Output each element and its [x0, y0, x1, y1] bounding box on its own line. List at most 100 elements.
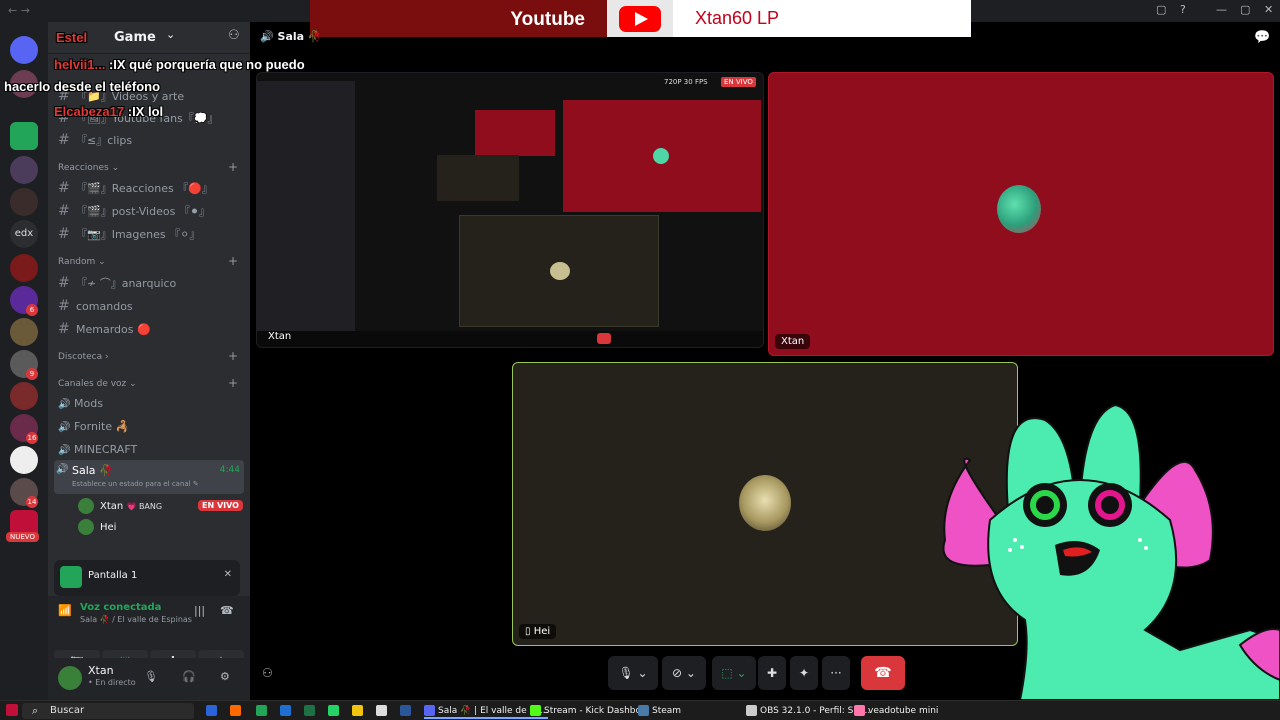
hash-icon: #	[58, 321, 70, 337]
voice-status[interactable]: Voz conectada	[80, 602, 161, 613]
channel-item[interactable]: # Memardos 🔴	[58, 321, 151, 337]
server-icon[interactable]	[10, 156, 38, 184]
help-icon[interactable]: ?	[1180, 3, 1186, 16]
camera-toggle-button[interactable]: ⊘ ⌄	[662, 656, 706, 690]
hash-icon: #	[58, 203, 70, 219]
speaker-icon: 🔊	[58, 445, 71, 456]
channel-status-input[interactable]: Establece un estado para el canal ✎	[72, 480, 199, 488]
server-icon[interactable]	[10, 254, 38, 282]
speaker-icon: 🔊	[260, 30, 278, 43]
voice-user-hei[interactable]: Hei	[78, 519, 116, 535]
nested-xtan-tile	[563, 100, 761, 212]
chat-bubble-icon[interactable]: 💬	[1254, 30, 1270, 45]
voice-channel-item[interactable]: 🔊 Fornite 🦂	[58, 420, 129, 433]
channel-item[interactable]: # 『📷』Imagenes 『⚪』	[58, 226, 200, 242]
voice-user-xtan[interactable]: Xtan 💗 BANG	[78, 498, 162, 514]
mic-icon[interactable]: 🎙	[144, 670, 158, 683]
server-icon-kick[interactable]	[10, 122, 38, 150]
calendar-icon[interactable]	[376, 705, 387, 716]
browser-icon[interactable]	[230, 705, 241, 716]
category-voz[interactable]: Canales de voz ⌄	[58, 379, 137, 389]
settings-gear-icon[interactable]: ⚙	[220, 670, 230, 683]
chat-message: Elcabeza17 :IX lol	[54, 104, 164, 119]
active-voice-channel[interactable]: 🔊 Sala 🥀 4:44 Establece un estado para e…	[54, 460, 244, 494]
word-icon[interactable]	[400, 705, 411, 716]
channel-item[interactable]: # comandos	[58, 298, 133, 314]
taskbar-search-input[interactable]: Buscar	[22, 703, 194, 719]
screen-share-tile[interactable]: 720P 30 FPS EN VIVO	[256, 72, 764, 348]
xtan-video-tile[interactable]: Xtan	[768, 72, 1274, 356]
whatsapp-icon[interactable]	[328, 705, 339, 716]
avatar[interactable]	[58, 666, 82, 690]
signal-icon: 📶	[58, 604, 72, 617]
start-icon[interactable]	[6, 704, 18, 716]
category-random[interactable]: Random ⌄	[58, 257, 106, 267]
share-user-label: Xtan	[268, 331, 292, 342]
taskbar-app-veadotube[interactable]: veadotube mini	[854, 703, 938, 719]
channel-item[interactable]: # 『🎬』post-Videos 『⚫』	[58, 203, 210, 219]
avatar	[653, 148, 669, 164]
copilot-icon[interactable]	[206, 705, 217, 716]
voice-location[interactable]: Sala 🥀 / El valle de Espinas	[80, 615, 192, 624]
speaker-icon: 🔊	[56, 464, 69, 475]
add-channel-icon[interactable]: +	[228, 254, 238, 268]
obs-icon	[746, 705, 757, 716]
taskbar-app-obs[interactable]: OBS 32.1.0 - Perfil: Sin...	[746, 703, 870, 719]
screen-share-popup[interactable]: Pantalla 1 ✕	[54, 560, 240, 596]
voice-channel-item[interactable]: 🔊 Mods	[58, 397, 103, 410]
taskbar-app-steam[interactable]: Steam	[638, 703, 681, 719]
screen-share-label: Pantalla 1	[88, 570, 138, 581]
headphones-icon[interactable]: 🎧	[182, 670, 196, 683]
server-icon-text[interactable]: edx	[10, 220, 38, 248]
add-channel-icon[interactable]: +	[228, 160, 238, 174]
disconnect-button[interactable]: ☎	[861, 656, 905, 690]
server-icon[interactable]	[10, 382, 38, 410]
nav-arrows[interactable]: ← →	[8, 4, 30, 17]
server-icon[interactable]	[10, 446, 38, 474]
soundboard-button[interactable]: ✦	[790, 656, 818, 690]
activities-button[interactable]: ✚	[758, 656, 786, 690]
channel-item[interactable]: # 『≤』clips	[58, 132, 132, 148]
chat-message: Estel	[56, 30, 88, 45]
minimize-button[interactable]: —	[1216, 3, 1227, 16]
add-channel-icon[interactable]: +	[228, 349, 238, 363]
disconnect-icon[interactable]: ☎	[220, 604, 234, 617]
live-badge: EN VIVO	[721, 77, 756, 87]
veadotube-icon	[854, 705, 865, 716]
speaker-icon: 🔊	[58, 399, 71, 410]
voice-channel-name: Sala 🥀	[72, 464, 113, 477]
taskbar-app-kick[interactable]: Stream - Kick Dashbo...	[530, 703, 649, 719]
add-channel-icon[interactable]: +	[228, 376, 238, 390]
folder-icon[interactable]	[352, 705, 363, 716]
chat-message: helvii1... :IX qué porquería que no pued…	[54, 57, 305, 72]
server-icon[interactable]	[10, 318, 38, 346]
voice-channel-item[interactable]: 🔊 MINECRAFT	[58, 443, 137, 456]
server-icon-home[interactable]	[10, 36, 38, 64]
voice-timer: 4:44	[219, 465, 240, 475]
inbox-icon[interactable]: ▢	[1156, 3, 1166, 16]
hash-icon: #	[58, 226, 70, 242]
invite-icon[interactable]: ⚇	[262, 666, 273, 680]
youtube-banner-label: Youtube	[310, 0, 607, 37]
maximize-button[interactable]: ▢	[1240, 3, 1250, 16]
mic-toggle-button[interactable]: 🎙 ⌄	[608, 656, 658, 690]
app-icon[interactable]	[256, 705, 267, 716]
server-icon[interactable]	[10, 188, 38, 216]
category-reacciones[interactable]: Reacciones ⌄	[58, 163, 119, 173]
tile-name-label: Xtan	[775, 334, 811, 349]
excel-icon[interactable]	[304, 705, 315, 716]
more-options-button[interactable]: ···	[822, 656, 850, 690]
close-button[interactable]: ✕	[1264, 3, 1273, 16]
noise-icon[interactable]: |||	[194, 604, 205, 617]
stop-share-icon[interactable]: ✕	[224, 569, 232, 580]
discord-icon	[424, 705, 435, 716]
hash-icon: #	[58, 180, 70, 196]
channel-item[interactable]: # 『≁ ⌒』anarquico	[58, 275, 176, 291]
youtube-logo-icon	[607, 0, 673, 37]
channel-item[interactable]: # 『🎬』Reacciones 『🔴』	[58, 180, 213, 196]
screen-share-button[interactable]: ⬚ ⌄	[712, 656, 756, 690]
add-member-icon[interactable]: ⚇	[228, 28, 240, 43]
outlook-icon[interactable]	[280, 705, 291, 716]
chat-message: hacerlo desde el teléfono	[4, 79, 161, 94]
category-discoteca[interactable]: Discoteca ›	[58, 352, 109, 362]
